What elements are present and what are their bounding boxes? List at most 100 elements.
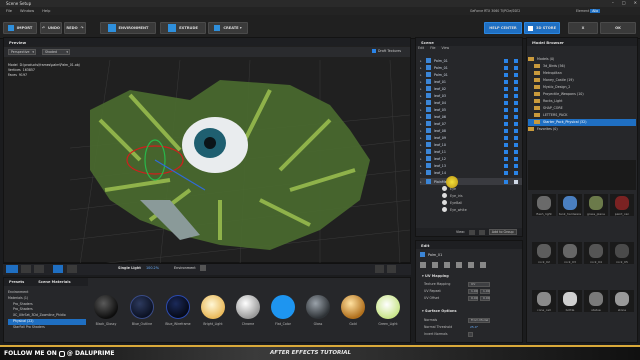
extrude-button[interactable]: EXTRUDE bbox=[160, 22, 206, 34]
help-center-button[interactable]: HELP CENTER bbox=[484, 22, 522, 34]
3d-viewport[interactable] bbox=[70, 60, 410, 265]
model-thumbnail[interactable]: statue bbox=[584, 290, 608, 312]
model-tree-item[interactable]: Favorites (0) bbox=[528, 126, 636, 133]
rotate-icon[interactable] bbox=[432, 262, 438, 268]
model-tree-item[interactable]: Mystic_Design_2 bbox=[528, 84, 636, 91]
texture-mapping-select[interactable]: UV bbox=[468, 281, 490, 287]
uv-repeat-v[interactable]: 1.00 bbox=[480, 288, 490, 294]
scene-row[interactable]: ▸ Palm_01 bbox=[420, 57, 522, 64]
tab-scene-materials[interactable]: Scene Materials bbox=[38, 280, 70, 284]
tab-presets[interactable]: Presets bbox=[9, 280, 24, 284]
invert-checkbox[interactable] bbox=[468, 331, 473, 337]
model-tree-item[interactable]: SHAP_CORE bbox=[528, 105, 636, 112]
scene-row[interactable]: ▸ leaf_06 bbox=[420, 113, 522, 120]
uv-icon[interactable] bbox=[468, 262, 474, 268]
scene-row[interactable]: ▸ Palm_01 bbox=[420, 64, 522, 71]
material-blue-outline[interactable]: Blue_Outline bbox=[128, 295, 156, 335]
scene-menu-view[interactable]: View bbox=[442, 46, 450, 50]
menu-file[interactable]: File bbox=[6, 9, 12, 13]
uv-header[interactable]: ▾ UV Mapping bbox=[422, 274, 449, 278]
environment-toggle[interactable] bbox=[200, 265, 206, 271]
scene-row[interactable]: ▸ leaf_09 bbox=[420, 134, 522, 141]
model-thumbnail[interactable]: bottle bbox=[558, 290, 582, 312]
scene-row[interactable]: ▸ leaf_01 bbox=[420, 78, 522, 85]
scene-row[interactable]: ▸ leaf_08 bbox=[420, 127, 522, 134]
material-glass[interactable]: Glass bbox=[304, 295, 332, 335]
shading-select[interactable]: Shaded ▾ bbox=[42, 49, 70, 55]
material-chrome[interactable]: Chrome bbox=[234, 295, 262, 335]
scene-child[interactable]: Eye_iris bbox=[420, 192, 522, 199]
scene-row-selected[interactable]: ▸ PlainMesh bbox=[420, 178, 522, 185]
model-tree-item[interactable]: 3d_Birds (56) bbox=[528, 63, 636, 70]
model-thumbnail[interactable]: stone bbox=[610, 290, 634, 312]
move-icon[interactable] bbox=[420, 262, 426, 268]
menu-window[interactable]: Window bbox=[20, 9, 34, 13]
uv-offset-u[interactable]: 0.00 bbox=[468, 295, 478, 301]
screenshot-icon[interactable] bbox=[387, 265, 396, 273]
draft-textures-toggle[interactable]: Draft Textures bbox=[372, 49, 401, 53]
close-window-button[interactable]: ✕ bbox=[634, 0, 637, 5]
scene-row[interactable]: ▸ leaf_04 bbox=[420, 99, 522, 106]
scene-menu-edit[interactable]: Edit bbox=[418, 46, 424, 50]
create-button[interactable]: CREATE ▾ bbox=[208, 22, 248, 34]
model-thumbnail[interactable]: paint_can bbox=[610, 194, 634, 216]
maximize-button[interactable]: □ bbox=[622, 0, 626, 5]
undo-button[interactable]: ↶ UNDO bbox=[40, 22, 62, 34]
scene-menu-file[interactable]: File bbox=[430, 46, 435, 50]
scale-icon[interactable] bbox=[444, 262, 450, 268]
refresh-icon[interactable] bbox=[53, 265, 63, 273]
ok-button[interactable]: OK bbox=[600, 22, 636, 34]
rotate-tool-icon[interactable] bbox=[21, 265, 31, 273]
minimize-button[interactable]: – bbox=[612, 0, 614, 5]
surface-header[interactable]: ▾ Surface Options bbox=[422, 309, 457, 313]
model-tree-item[interactable]: Starter_Pack_Physical (32) bbox=[528, 119, 636, 126]
scene-row[interactable]: ▸ Palm_01 bbox=[420, 71, 522, 78]
light-value[interactable]: 100.2% bbox=[146, 266, 159, 270]
view-filter-icon[interactable] bbox=[478, 229, 485, 235]
add-to-group-button[interactable]: Add to Group bbox=[488, 229, 517, 235]
material-black-glossy[interactable]: Black_Glossy bbox=[92, 295, 120, 335]
material-flat-color[interactable]: Flat_Color bbox=[269, 295, 297, 335]
settings-icon[interactable] bbox=[480, 262, 486, 268]
scene-row[interactable]: ▸ leaf_14 bbox=[420, 169, 522, 176]
model-thumbnail[interactable]: flash_light bbox=[532, 194, 556, 216]
normals-select[interactable]: From Model bbox=[468, 317, 490, 323]
uv-offset-v[interactable]: 0.00 bbox=[480, 295, 490, 301]
import-button[interactable]: IMPORT bbox=[3, 22, 37, 34]
material-blue-wireframe[interactable]: Blue_Wireframe bbox=[164, 295, 192, 335]
material-icon[interactable] bbox=[456, 262, 462, 268]
model-thumbnail[interactable]: tank_hardware bbox=[558, 194, 582, 216]
scene-row[interactable]: ▸ leaf_02 bbox=[420, 85, 522, 92]
scene-row[interactable]: ▸ leaf_10 bbox=[420, 141, 522, 148]
scene-row[interactable]: ▸ leaf_03 bbox=[420, 92, 522, 99]
model-tree-item[interactable]: Models (0) bbox=[528, 56, 636, 63]
move-tool-icon[interactable] bbox=[6, 265, 18, 273]
scene-child[interactable]: Eye_white bbox=[420, 206, 522, 213]
redo-button[interactable]: REDO ↷ bbox=[64, 22, 86, 34]
view-mode-icon[interactable] bbox=[468, 229, 475, 235]
menu-help[interactable]: Help bbox=[42, 9, 50, 13]
scene-row[interactable]: ▸ leaf_11 bbox=[420, 148, 522, 155]
model-thumbnail[interactable]: rock_04 bbox=[584, 242, 608, 264]
model-thumbnail[interactable]: rock_02 bbox=[532, 242, 556, 264]
threshold-value[interactable]: 25.0° bbox=[468, 325, 480, 330]
material-bright-light[interactable]: Bright_Light bbox=[199, 295, 227, 335]
scene-row[interactable]: ▸ leaf_12 bbox=[420, 155, 522, 162]
model-thumbnail[interactable]: rock_05 bbox=[610, 242, 634, 264]
model-tree-item[interactable]: Rocks_Light bbox=[528, 98, 636, 105]
fit-view-icon[interactable] bbox=[375, 265, 384, 273]
model-tree-item[interactable]: Money_Castle (19) bbox=[528, 77, 636, 84]
material-green-light[interactable]: Green_Light bbox=[374, 295, 402, 335]
scene-row[interactable]: ▸ leaf_13 bbox=[420, 162, 522, 169]
camera-select[interactable]: Perspective ▾ bbox=[8, 49, 36, 55]
scene-row[interactable]: ▸ leaf_05 bbox=[420, 106, 522, 113]
scene-child[interactable]: Eye bbox=[420, 185, 522, 192]
model-thumbnail[interactable]: cone_cell bbox=[532, 290, 556, 312]
model-thumbnail[interactable]: rock_03 bbox=[558, 242, 582, 264]
tree-item[interactable]: StarFall Pro Shaders bbox=[8, 325, 86, 331]
uv-repeat-u[interactable]: 1.00 bbox=[468, 288, 478, 294]
model-tree-item[interactable]: LETTERS_PACK bbox=[528, 112, 636, 119]
light-tool-icon[interactable] bbox=[67, 265, 77, 273]
scene-child[interactable]: EyeBall bbox=[420, 199, 522, 206]
environment-button[interactable]: ENVIRONMENT bbox=[100, 22, 156, 34]
